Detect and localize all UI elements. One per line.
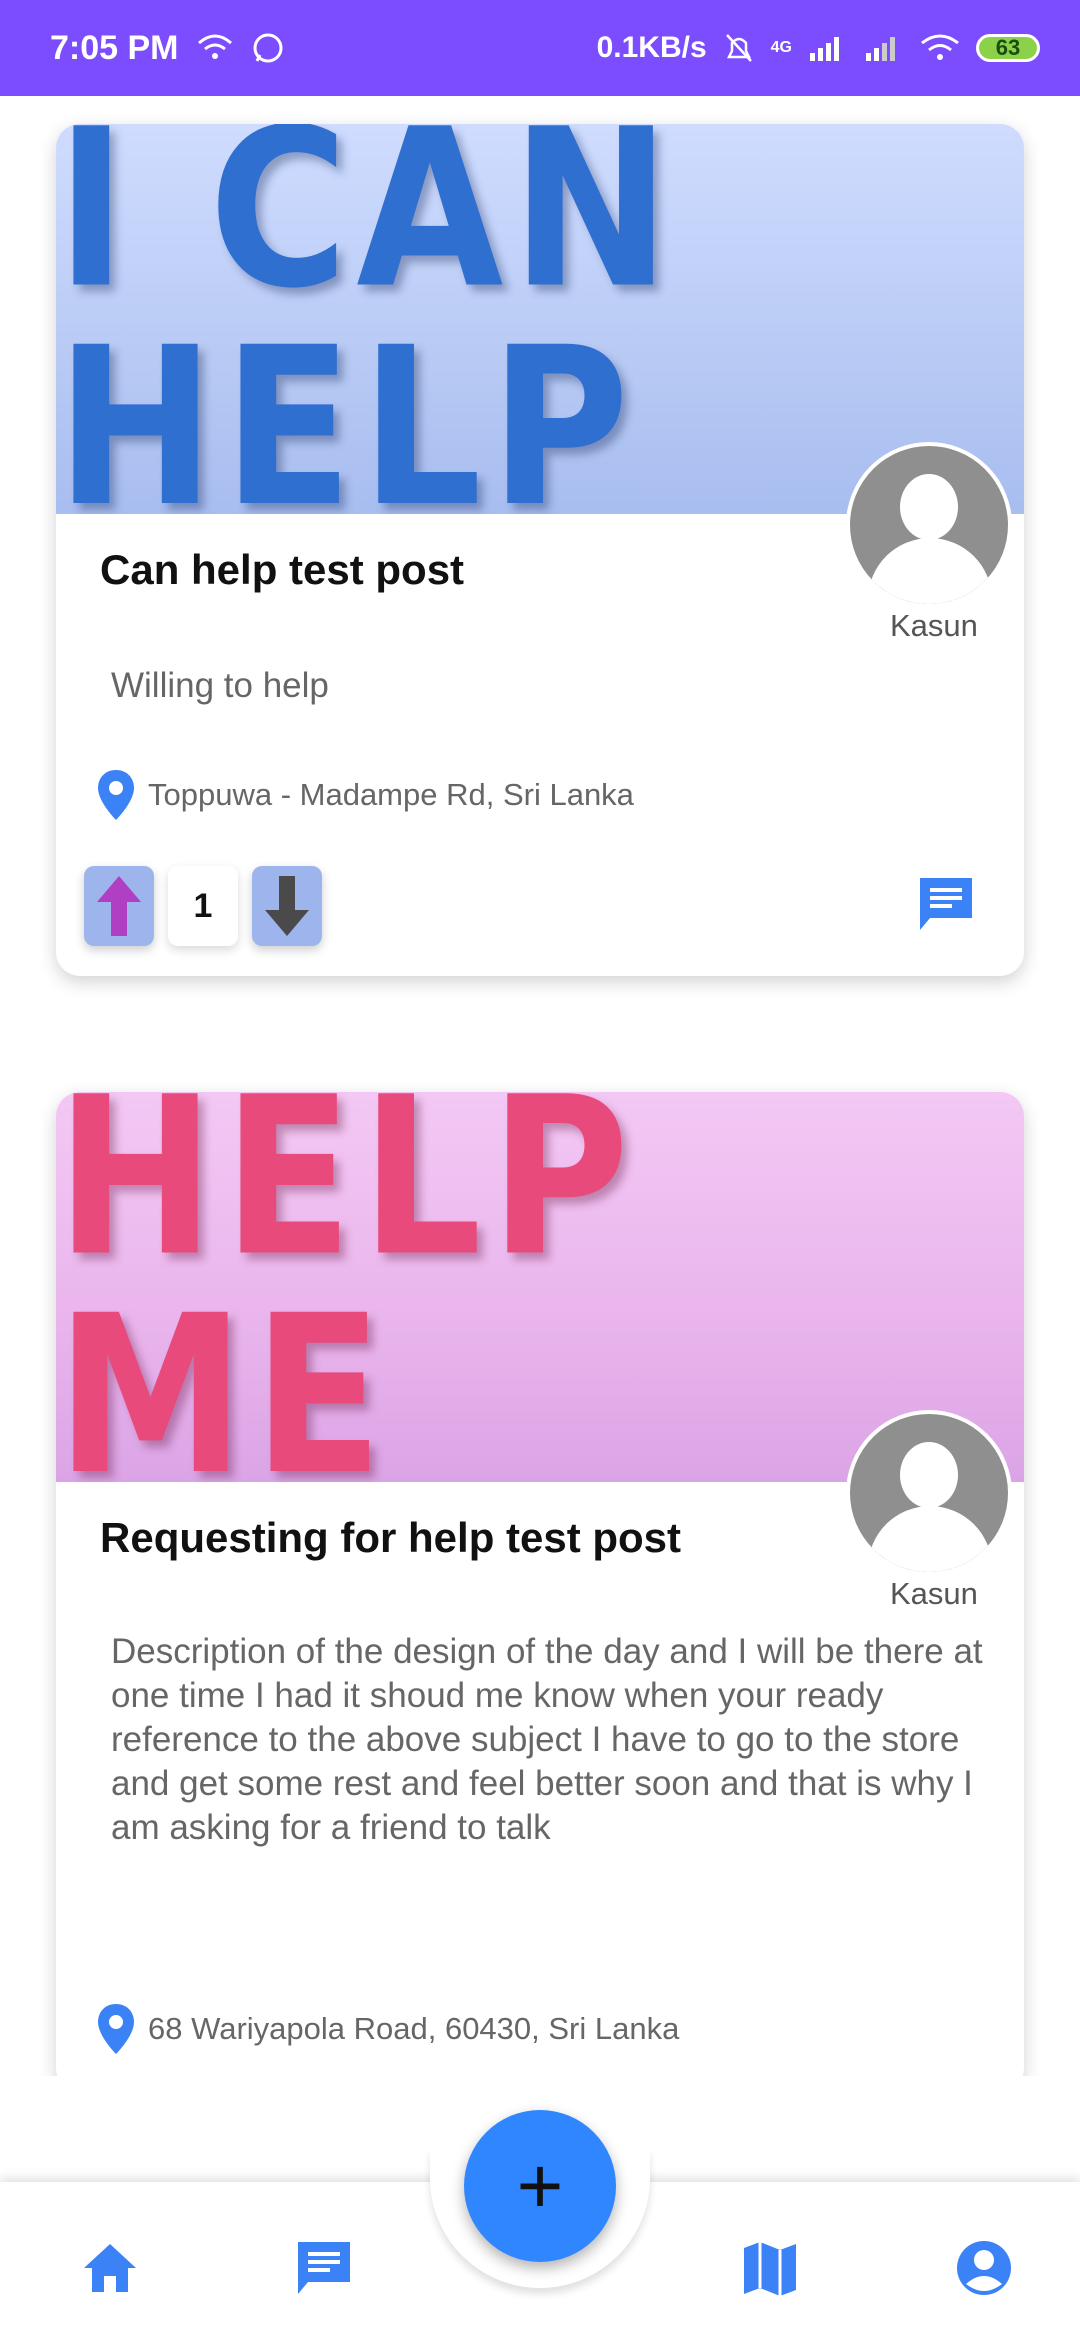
author-avatar[interactable] (846, 1410, 1012, 1576)
post-title: Can help test post (100, 546, 465, 593)
location-pin-icon (98, 770, 134, 820)
chat-icon[interactable] (294, 2238, 354, 2298)
post-title: Requesting for help test post (100, 1514, 682, 1561)
vote-count: 1 (168, 866, 238, 946)
post-card[interactable]: HELP ME Kasun Requesting for help test p… (56, 1092, 1024, 2076)
account-icon[interactable] (954, 2238, 1014, 2298)
post-feed[interactable]: I CAN HELP Kasun Can help test post Will… (0, 96, 1080, 2076)
author-name: Kasun (890, 608, 978, 643)
post-location: Toppuwa - Madampe Rd, Sri Lanka (96, 768, 634, 822)
battery-indicator: 63 (976, 34, 1040, 62)
upvote-button[interactable] (84, 866, 154, 946)
author-avatar[interactable] (846, 442, 1012, 608)
map-icon[interactable] (740, 2238, 800, 2298)
status-bar-right: 0.1KB/s 4G 63 (597, 31, 1040, 65)
status-time: 7:05 PM (50, 28, 179, 67)
network-type: 4G (770, 39, 792, 56)
banner-text: HELP ME (56, 1092, 638, 1482)
mute-bell-icon (725, 34, 752, 62)
signal-icon-2 (866, 37, 895, 61)
status-bar-left: 7:05 PM (50, 29, 285, 68)
post-card[interactable]: I CAN HELP Kasun Can help test post Will… (56, 124, 1024, 976)
post-banner-image: I CAN HELP (56, 124, 1024, 514)
downvote-button[interactable] (252, 866, 322, 946)
post-banner-image: HELP ME (56, 1092, 1024, 1482)
post-location: 68 Wariyapola Road, 60430, Sri Lanka (96, 2002, 679, 2056)
home-icon[interactable] (80, 2238, 140, 2298)
status-bar: 7:05 PM 0.1KB/s 4G 63 (0, 0, 1080, 96)
location-text: 68 Wariyapola Road, 60430, Sri Lanka (148, 2011, 680, 2046)
wifi-icon (197, 34, 232, 59)
post-description: Willing to help (111, 666, 329, 705)
net-speed: 0.1KB/s (596, 31, 707, 64)
author-name: Kasun (890, 1576, 978, 1611)
add-post-button[interactable]: + (464, 2110, 616, 2262)
arrow-up-icon (97, 876, 141, 936)
wifi-icon (921, 34, 959, 60)
comment-icon[interactable] (916, 874, 976, 934)
location-text: Toppuwa - Madampe Rd, Sri Lanka (148, 777, 634, 812)
location-pin-icon (98, 2004, 134, 2054)
arrow-down-icon (265, 876, 309, 936)
post-description: Description of the design of the day and… (111, 1632, 983, 1847)
signal-icon (810, 37, 839, 61)
vote-controls: 1 (84, 866, 322, 946)
whatsapp-icon (253, 33, 282, 63)
banner-text: I CAN HELP (56, 124, 679, 514)
